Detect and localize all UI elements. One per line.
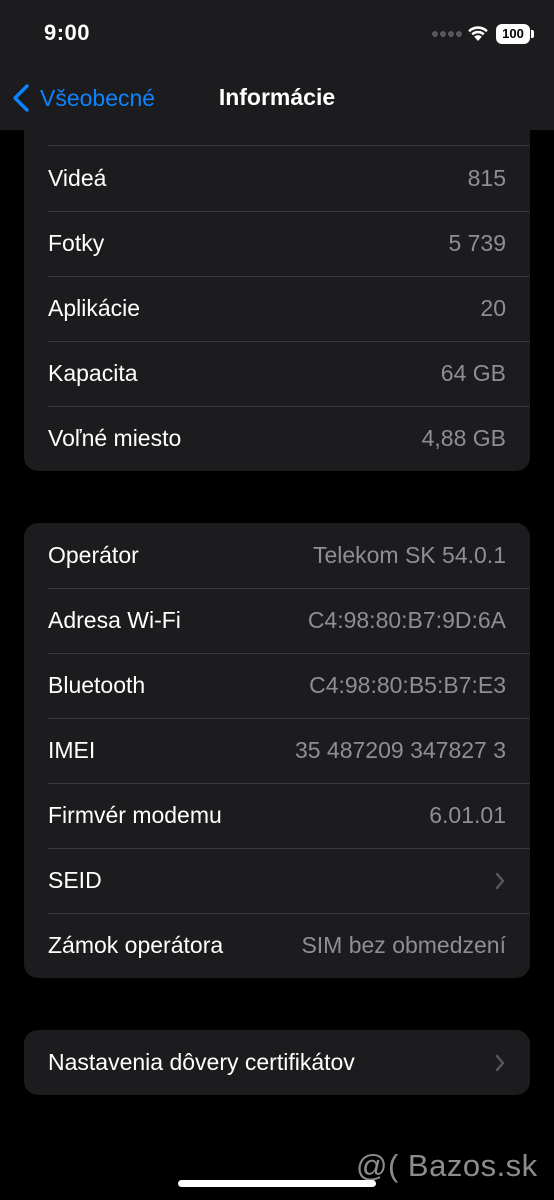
info-row-available: Voľné miesto 4,88 GB bbox=[24, 406, 530, 471]
battery-level: 100 bbox=[496, 24, 530, 44]
network-info-group: Operátor Telekom SK 54.0.1 Adresa Wi-Fi … bbox=[24, 523, 530, 978]
certificate-group: Nastavenia dôvery certifikátov bbox=[24, 1030, 530, 1095]
row-label: Voľné miesto bbox=[48, 425, 182, 451]
screen: 9:00 100 Všeobecné Informácie Videá 815 bbox=[0, 0, 554, 1200]
info-row-apps: Aplikácie 20 bbox=[24, 276, 530, 341]
row-value: 20 bbox=[480, 295, 506, 321]
info-row-carrier-lock: Zámok operátora SIM bez obmedzení bbox=[24, 913, 530, 978]
row-label: Kapacita bbox=[48, 360, 138, 386]
seid-row[interactable]: SEID bbox=[24, 848, 530, 913]
row-label: Aplikácie bbox=[48, 295, 141, 321]
row-value: SIM bez obmedzení bbox=[301, 932, 506, 958]
status-bar: 9:00 100 bbox=[0, 0, 554, 66]
certificate-trust-settings-row[interactable]: Nastavenia dôvery certifikátov bbox=[24, 1030, 530, 1095]
row-label: Operátor bbox=[48, 542, 139, 568]
row-value: 35 487209 347827 3 bbox=[294, 737, 506, 763]
row-value: Telekom SK 54.0.1 bbox=[312, 542, 506, 568]
previous-row-edge bbox=[24, 130, 530, 146]
row-value: 4,88 GB bbox=[421, 425, 506, 451]
row-value: 64 GB bbox=[440, 360, 506, 386]
info-row-imei: IMEI 35 487209 347827 3 bbox=[24, 718, 530, 783]
info-row-bluetooth: Bluetooth C4:98:80:B5:B7:E3 bbox=[24, 653, 530, 718]
battery-icon: 100 bbox=[496, 24, 534, 44]
row-label: Nastavenia dôvery certifikátov bbox=[48, 1049, 355, 1075]
row-label: Videá bbox=[48, 165, 107, 191]
navigation-bar: Všeobecné Informácie bbox=[0, 66, 554, 130]
row-label: Zámok operátora bbox=[48, 932, 224, 958]
row-label: Adresa Wi-Fi bbox=[48, 607, 181, 633]
status-time: 9:00 bbox=[44, 20, 91, 45]
row-label: Bluetooth bbox=[48, 672, 146, 698]
row-label: SEID bbox=[48, 867, 102, 893]
chevron-right-icon bbox=[495, 1054, 505, 1071]
info-row-wifi-address: Adresa Wi-Fi C4:98:80:B7:9D:6A bbox=[24, 588, 530, 653]
chevron-right-icon bbox=[495, 872, 505, 889]
info-row-photos: Fotky 5 739 bbox=[24, 211, 530, 276]
info-row-modem-firmware: Firmvér modemu 6.01.01 bbox=[24, 783, 530, 848]
home-indicator[interactable] bbox=[178, 1180, 376, 1187]
page-title: Informácie bbox=[0, 84, 554, 111]
info-row-videos: Videá 815 bbox=[24, 146, 530, 211]
row-value: 5 739 bbox=[448, 230, 506, 256]
page-title-text: Informácie bbox=[218, 84, 336, 110]
watermark: @( Bazos.sk bbox=[356, 1148, 538, 1183]
storage-info-group: Videá 815 Fotky 5 739 Aplikácie 20 Kapac… bbox=[24, 130, 530, 471]
row-value: C4:98:80:B7:9D:6A bbox=[307, 607, 506, 633]
info-row-carrier: Operátor Telekom SK 54.0.1 bbox=[24, 523, 530, 588]
wifi-icon bbox=[468, 26, 488, 41]
signal-dots-icon bbox=[432, 31, 462, 39]
row-label: IMEI bbox=[48, 737, 96, 763]
row-value: C4:98:80:B5:B7:E3 bbox=[309, 672, 506, 698]
row-value: 815 bbox=[467, 165, 506, 191]
row-label: Fotky bbox=[48, 230, 105, 256]
row-label: Firmvér modemu bbox=[48, 802, 222, 828]
info-row-capacity: Kapacita 64 GB bbox=[24, 341, 530, 406]
row-value: 6.01.01 bbox=[429, 802, 506, 828]
